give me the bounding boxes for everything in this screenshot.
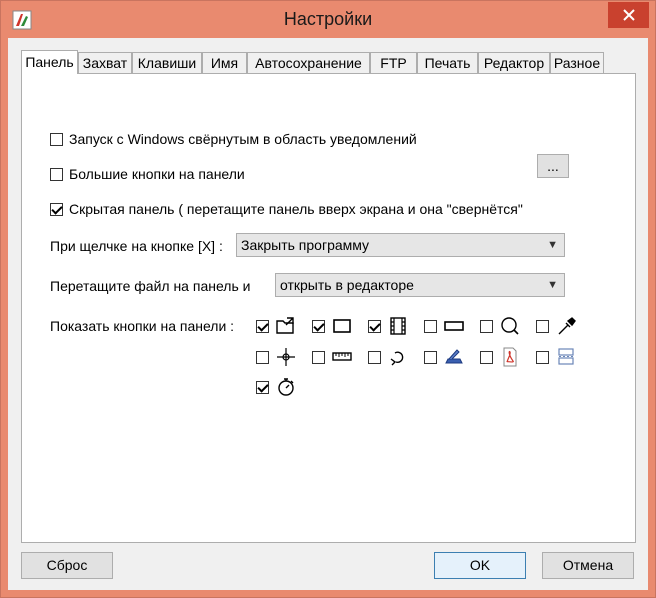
tab-panel-content: Запуск с Windows свёрнутым в область уве… <box>21 73 636 543</box>
chevron-down-icon: ▼ <box>547 239 558 251</box>
ok-button[interactable]: OK <box>434 552 526 579</box>
close-button[interactable] <box>608 2 649 28</box>
tab-keys[interactable]: Клавиши <box>132 52 202 73</box>
panel-button-toggle[interactable] <box>368 316 409 336</box>
window-capture-icon <box>444 321 464 331</box>
checkbox[interactable] <box>312 319 325 333</box>
title-bar: Настройки <box>1 1 655 38</box>
checkbox[interactable] <box>480 350 493 364</box>
close-click-label: При щелчке на кнопке [X] : <box>50 238 223 254</box>
panel-button-toggle[interactable] <box>536 316 577 336</box>
checkbox[interactable] <box>50 132 63 146</box>
option-label: Запуск с Windows свёрнутым в область уве… <box>69 131 417 147</box>
tab-capture[interactable]: Захват <box>78 52 132 73</box>
dialog-body: Панель Захват Клавиши Имя Автосохранение… <box>8 38 648 590</box>
reset-button[interactable]: Сброс <box>21 552 113 579</box>
tab-ftp[interactable]: FTP <box>370 52 417 73</box>
panel-button-toggle[interactable] <box>256 347 297 367</box>
panel-button-toggle[interactable] <box>424 316 465 336</box>
checkbox[interactable] <box>50 202 63 216</box>
magnifier-icon <box>501 317 519 335</box>
film-video-icon <box>390 317 406 335</box>
checkbox[interactable] <box>480 319 493 333</box>
option-start-with-windows[interactable]: Запуск с Windows свёрнутым в область уве… <box>50 131 417 147</box>
window-title: Настройки <box>283 9 373 29</box>
panel-button-toggle[interactable] <box>480 316 521 336</box>
checkbox[interactable] <box>424 350 437 364</box>
color-picker-icon <box>558 317 576 335</box>
ruler-icon <box>332 352 352 361</box>
close-click-select[interactable]: Закрыть программу ▼ <box>236 233 565 257</box>
option-hidden-panel[interactable]: Скрытая панель ( перетащите панель вверх… <box>50 201 523 217</box>
checkbox[interactable] <box>368 350 381 364</box>
rectangle-capture-icon <box>333 319 351 333</box>
drag-file-label: Перетащите файл на панель и <box>50 278 251 294</box>
panel-button-toggle[interactable] <box>256 316 297 336</box>
checkbox[interactable] <box>536 350 549 364</box>
checkbox[interactable] <box>50 167 63 181</box>
panel-button-toggle[interactable] <box>368 347 409 367</box>
checkbox[interactable] <box>256 319 269 333</box>
panel-button-toggle[interactable] <box>312 316 353 336</box>
pdf-icon <box>503 347 517 367</box>
open-folder-icon <box>276 317 294 334</box>
close-icon <box>622 9 635 21</box>
timer-icon <box>278 378 294 396</box>
panel-button-toggle[interactable] <box>312 347 353 367</box>
hidden-panel-options-button[interactable]: ... <box>537 154 569 178</box>
panel-button-toggle[interactable] <box>536 347 577 367</box>
show-buttons-label: Показать кнопки на панели : <box>50 318 235 334</box>
cancel-button[interactable]: Отмена <box>542 552 634 579</box>
select-value: открыть в редакторе <box>280 277 414 293</box>
tab-editor[interactable]: Редактор <box>478 52 550 73</box>
tab-name[interactable]: Имя <box>202 52 247 73</box>
checkbox[interactable] <box>424 319 437 333</box>
option-label: Скрытая панель ( перетащите панель вверх… <box>69 201 523 217</box>
scroll-capture-icon <box>558 348 574 365</box>
panel-button-toggle[interactable] <box>480 347 521 367</box>
panel-button-toggle[interactable] <box>424 347 465 367</box>
checkbox[interactable] <box>368 319 381 333</box>
chevron-down-icon: ▼ <box>547 279 558 291</box>
tab-misc[interactable]: Разное <box>550 52 604 73</box>
option-label: Большие кнопки на панели <box>69 166 245 182</box>
checkbox[interactable] <box>536 319 549 333</box>
settings-window: Настройки Панель Захват Клавиши Имя Авто… <box>0 0 656 598</box>
select-value: Закрыть программу <box>241 237 370 253</box>
checkbox[interactable] <box>312 350 325 364</box>
panel-button-toggle[interactable] <box>256 377 297 397</box>
checkbox[interactable] <box>256 350 269 364</box>
undo-arrow-icon <box>390 351 404 366</box>
drag-file-select[interactable]: открыть в редакторе ▼ <box>275 273 565 297</box>
tab-print[interactable]: Печать <box>417 52 478 73</box>
scanner-icon <box>445 349 463 364</box>
option-large-buttons[interactable]: Большие кнопки на панели <box>50 166 245 182</box>
tab-panel[interactable]: Панель <box>21 50 78 74</box>
crosshair-icon <box>277 348 295 366</box>
tab-autosave[interactable]: Автосохранение <box>247 52 370 73</box>
checkbox[interactable] <box>256 380 269 394</box>
